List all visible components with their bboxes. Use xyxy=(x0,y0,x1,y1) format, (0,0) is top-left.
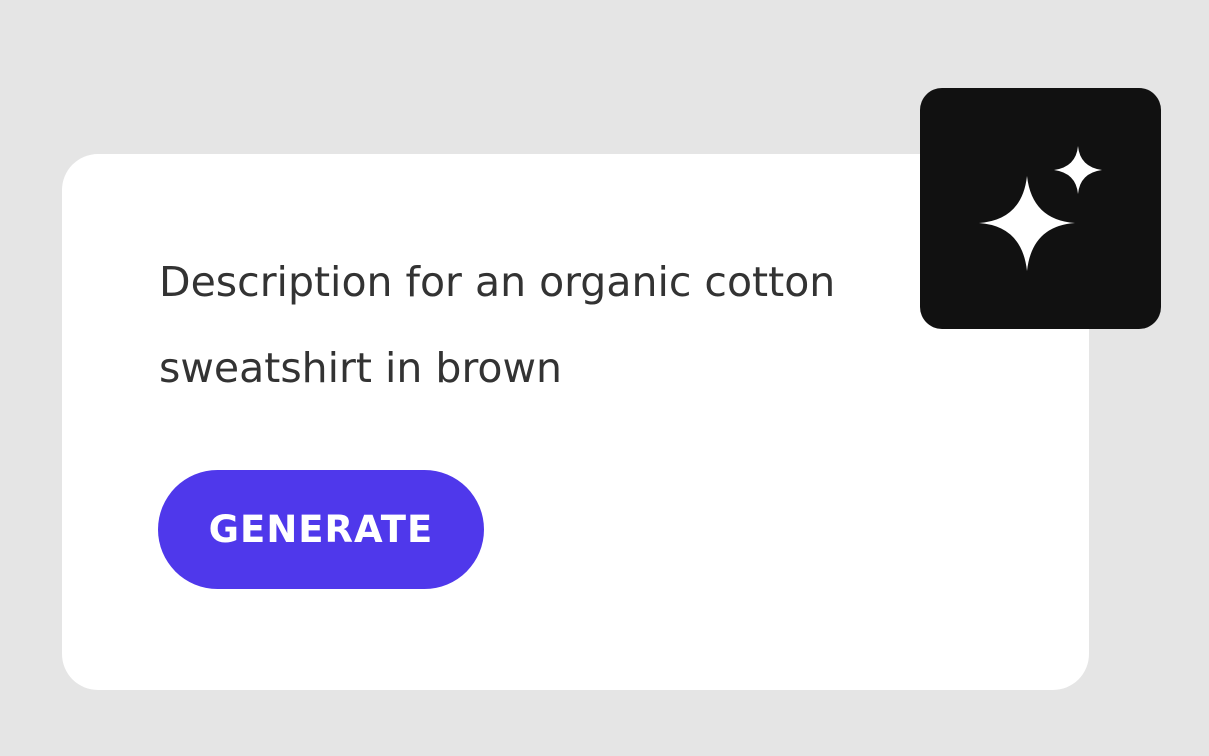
sparkles-icon xyxy=(979,146,1102,271)
ai-sparkles-badge xyxy=(920,88,1161,329)
prompt-text[interactable]: Description for an organic cotton sweats… xyxy=(159,239,919,411)
generate-button[interactable]: GENERATE xyxy=(158,470,484,589)
